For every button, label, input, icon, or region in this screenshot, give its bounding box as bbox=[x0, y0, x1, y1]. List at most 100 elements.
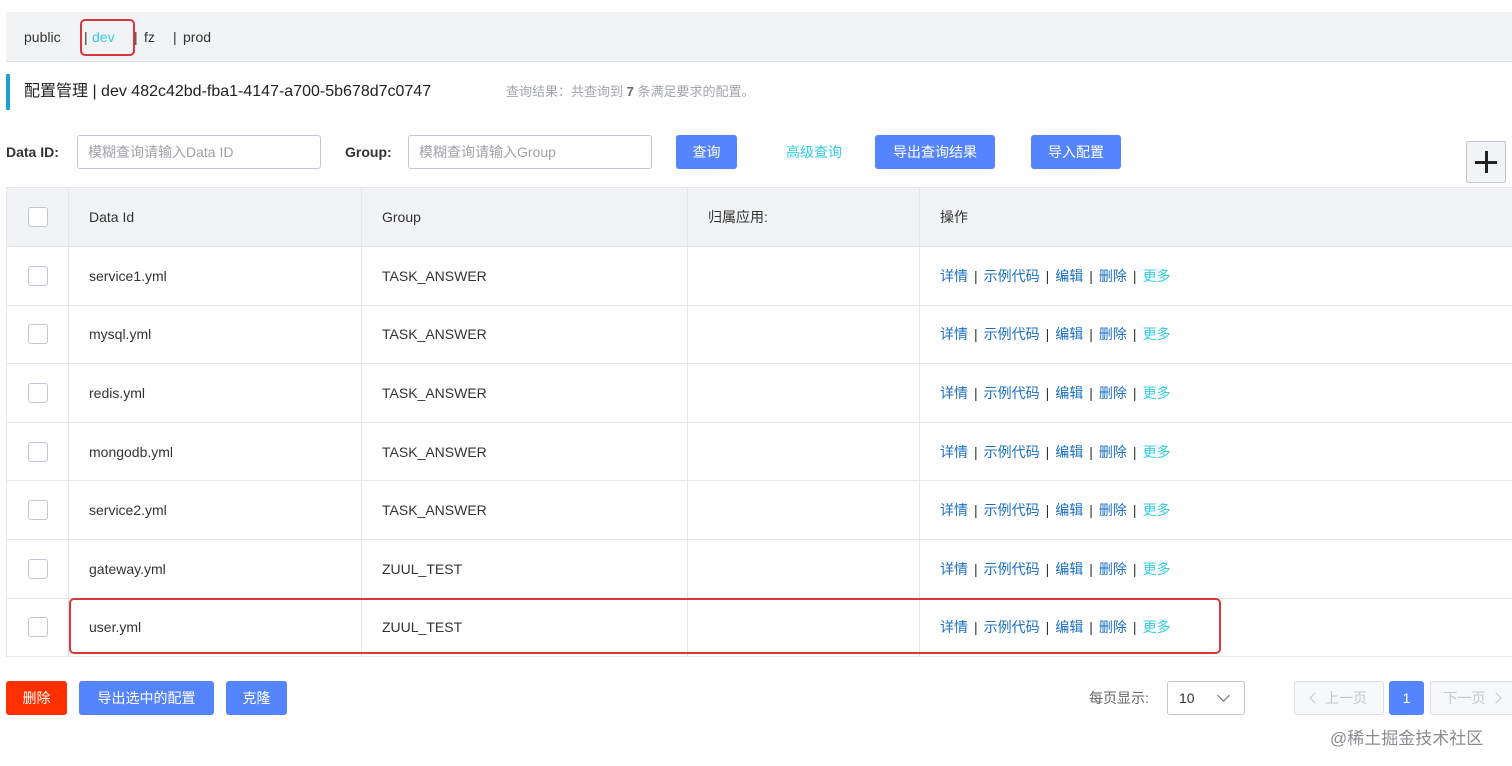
header-data-id[interactable]: Data Id bbox=[68, 187, 362, 247]
row-actions: 详情 | 示例代码 | 编辑 | 删除 | 更多 bbox=[919, 363, 1512, 423]
page-size-select[interactable]: 10 bbox=[1167, 681, 1245, 715]
detail-link[interactable]: 详情 bbox=[940, 268, 968, 284]
sample-code-link[interactable]: 示例代码 bbox=[984, 268, 1040, 284]
page-size-label: 每页显示: bbox=[1089, 690, 1149, 706]
edit-link[interactable]: 编辑 bbox=[1055, 326, 1083, 342]
detail-link[interactable]: 详情 bbox=[940, 385, 968, 401]
export-results-button[interactable]: 导出查询结果 bbox=[875, 135, 995, 169]
namespace-tab-dev[interactable]: dev bbox=[92, 12, 115, 62]
action-separator: | bbox=[1132, 443, 1137, 460]
edit-link[interactable]: 编辑 bbox=[1055, 502, 1083, 518]
edit-link[interactable]: 编辑 bbox=[1055, 619, 1083, 635]
current-page-button[interactable]: 1 bbox=[1389, 681, 1424, 715]
next-page-button[interactable]: 下一页 bbox=[1430, 681, 1512, 715]
delete-link[interactable]: 删除 bbox=[1099, 444, 1127, 460]
clone-button[interactable]: 克隆 bbox=[226, 681, 287, 715]
row-checkbox[interactable] bbox=[27, 558, 48, 579]
row-checkbox[interactable] bbox=[27, 500, 48, 521]
table-row: redis.yml TASK_ANSWER 详情 | 示例代码 | 编辑 | 删除 | 更多 bbox=[6, 363, 1512, 423]
watermark: @稀土掘金技术社区 bbox=[1330, 729, 1484, 748]
edit-link[interactable]: 编辑 bbox=[1055, 268, 1083, 284]
row-actions: 详情 | 示例代码 | 编辑 | 删除 | 更多 bbox=[919, 304, 1512, 365]
more-link[interactable]: 更多 bbox=[1143, 619, 1171, 635]
namespace-separator: | bbox=[173, 29, 177, 45]
query-result-summary: 查询结果：共查询到 7 条满足要求的配置。 bbox=[506, 74, 755, 110]
row-data-id: mongodb.yml bbox=[68, 421, 362, 482]
detail-link[interactable]: 详情 bbox=[940, 561, 968, 577]
detail-link[interactable]: 详情 bbox=[940, 619, 968, 635]
namespace-tab-public[interactable]: public bbox=[24, 12, 61, 62]
row-checkbox[interactable] bbox=[27, 441, 48, 462]
delete-link[interactable]: 删除 bbox=[1099, 268, 1127, 284]
edit-link[interactable]: 编辑 bbox=[1055, 561, 1083, 577]
namespace-tab-prod[interactable]: prod bbox=[183, 12, 211, 62]
action-separator: | bbox=[1045, 443, 1050, 460]
action-separator: | bbox=[1089, 443, 1093, 460]
group-search-input[interactable] bbox=[408, 135, 652, 169]
sample-code-link[interactable]: 示例代码 bbox=[984, 502, 1040, 518]
action-separator: | bbox=[974, 443, 978, 460]
delete-link[interactable]: 删除 bbox=[1099, 561, 1127, 577]
more-link[interactable]: 更多 bbox=[1143, 444, 1171, 460]
namespace-separator: | bbox=[134, 29, 138, 45]
prev-page-button[interactable]: 上一页 bbox=[1294, 681, 1384, 715]
group-label: Group: bbox=[345, 144, 392, 160]
advanced-query-link[interactable]: 高级查询 bbox=[786, 135, 842, 169]
more-link[interactable]: 更多 bbox=[1143, 561, 1171, 577]
row-data-id: user.yml bbox=[68, 597, 362, 658]
delete-link[interactable]: 删除 bbox=[1099, 385, 1127, 401]
row-group: TASK_ANSWER bbox=[361, 246, 688, 306]
import-config-button[interactable]: 导入配置 bbox=[1031, 135, 1121, 169]
more-link[interactable]: 更多 bbox=[1143, 385, 1171, 401]
edit-link[interactable]: 编辑 bbox=[1055, 385, 1083, 401]
row-checkbox[interactable] bbox=[27, 382, 48, 403]
namespace-tab-fz[interactable]: fz bbox=[144, 12, 155, 62]
detail-link[interactable]: 详情 bbox=[940, 326, 968, 342]
table-row: service2.yml TASK_ANSWER 详情 | 示例代码 | 编辑 | 删除 | 更多 bbox=[6, 480, 1512, 540]
query-button[interactable]: 查询 bbox=[676, 135, 737, 169]
row-select-cell bbox=[6, 304, 69, 365]
next-page-label: 下一页 bbox=[1443, 690, 1486, 706]
sample-code-link[interactable]: 示例代码 bbox=[984, 444, 1040, 460]
row-actions: 详情 | 示例代码 | 编辑 | 删除 | 更多 bbox=[919, 597, 1512, 658]
action-separator: | bbox=[1089, 326, 1093, 343]
sample-code-link[interactable]: 示例代码 bbox=[984, 326, 1040, 342]
export-selected-button[interactable]: 导出选中的配置 bbox=[79, 681, 214, 715]
config-table: Data Id Group 归属应用: 操作 service1.yml TASK_… bbox=[6, 187, 1512, 658]
sample-code-link[interactable]: 示例代码 bbox=[984, 619, 1040, 635]
sample-code-link[interactable]: 示例代码 bbox=[984, 561, 1040, 577]
detail-link[interactable]: 详情 bbox=[940, 444, 968, 460]
select-all-checkbox[interactable] bbox=[27, 207, 48, 227]
delete-link[interactable]: 删除 bbox=[1099, 326, 1127, 342]
row-group: TASK_ANSWER bbox=[361, 363, 688, 423]
header-app[interactable]: 归属应用: bbox=[687, 187, 920, 247]
row-checkbox[interactable] bbox=[27, 617, 48, 638]
more-link[interactable]: 更多 bbox=[1143, 502, 1171, 518]
add-config-button[interactable] bbox=[1466, 141, 1506, 183]
query-result-prefix: 查询结果：共查询到 bbox=[506, 84, 624, 99]
delete-selected-button[interactable]: 删除 bbox=[6, 681, 67, 715]
action-separator: | bbox=[1132, 502, 1137, 519]
row-checkbox[interactable] bbox=[27, 324, 48, 345]
row-app bbox=[687, 304, 920, 365]
chevron-left-icon bbox=[1309, 692, 1321, 704]
row-select-cell bbox=[6, 363, 69, 423]
delete-link[interactable]: 删除 bbox=[1099, 502, 1127, 518]
row-app bbox=[687, 246, 920, 306]
row-app bbox=[687, 421, 920, 482]
more-link[interactable]: 更多 bbox=[1143, 326, 1171, 342]
action-separator: | bbox=[1132, 326, 1137, 343]
page-size-value: 10 bbox=[1179, 690, 1195, 706]
delete-link[interactable]: 删除 bbox=[1099, 619, 1127, 635]
header-group[interactable]: Group bbox=[361, 187, 688, 247]
sample-code-link[interactable]: 示例代码 bbox=[984, 385, 1040, 401]
dataid-search-input[interactable] bbox=[77, 135, 321, 169]
row-checkbox[interactable] bbox=[27, 265, 48, 286]
action-separator: | bbox=[1045, 326, 1050, 343]
row-group: TASK_ANSWER bbox=[361, 421, 688, 482]
row-actions: 详情 | 示例代码 | 编辑 | 删除 | 更多 bbox=[919, 538, 1512, 599]
detail-link[interactable]: 详情 bbox=[940, 502, 968, 518]
table-row: mysql.yml TASK_ANSWER 详情 | 示例代码 | 编辑 | 删除 | 更多 bbox=[6, 304, 1512, 365]
more-link[interactable]: 更多 bbox=[1143, 268, 1171, 284]
edit-link[interactable]: 编辑 bbox=[1055, 444, 1083, 460]
